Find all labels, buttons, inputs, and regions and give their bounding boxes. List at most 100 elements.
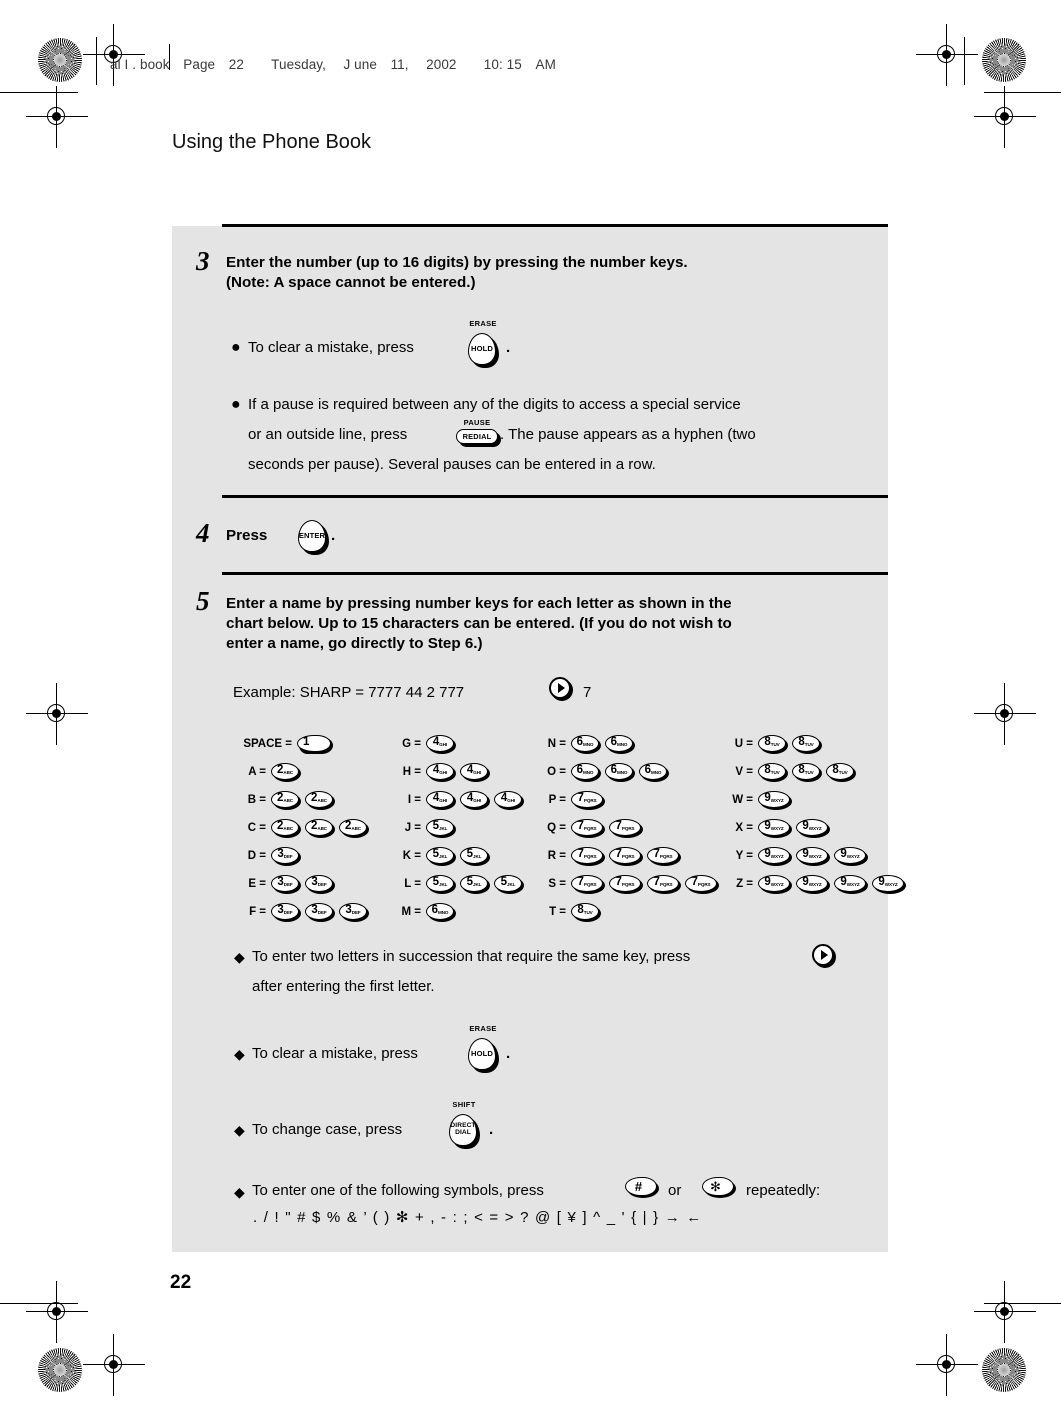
- chart-key-sequence: 1: [297, 734, 334, 754]
- number-key-9[interactable]: 9 WXYZ: [834, 874, 869, 894]
- number-key-4[interactable]: 4 GHI: [460, 762, 491, 782]
- number-key-7[interactable]: 7 PQRS: [571, 818, 606, 838]
- number-key-6[interactable]: 6 MNO: [605, 762, 636, 782]
- enter-key-label: ENTER: [298, 531, 326, 541]
- number-key-7[interactable]: 7 PQRS: [571, 874, 606, 894]
- trim-line-top-right: [964, 37, 965, 85]
- number-key-9[interactable]: 9 WXYZ: [796, 846, 831, 866]
- number-key-4[interactable]: 4 GHI: [426, 734, 457, 754]
- number-key-9[interactable]: 9 WXYZ: [758, 790, 793, 810]
- trim-line-left: [0, 92, 78, 93]
- number-key-1[interactable]: 1: [297, 734, 334, 754]
- number-key-2[interactable]: 2 ABC: [271, 762, 302, 782]
- number-key-8[interactable]: 8 TUV: [571, 902, 602, 922]
- hash-key[interactable]: #: [625, 1177, 660, 1199]
- direct-dial-key-label: DIRECT DIAL: [450, 1122, 476, 1136]
- number-key-9[interactable]: 9 WXYZ: [796, 818, 831, 838]
- number-key-2[interactable]: 2 ABC: [305, 818, 336, 838]
- number-key-7[interactable]: 7 PQRS: [647, 846, 682, 866]
- number-key-2[interactable]: 2 ABC: [339, 818, 370, 838]
- number-key-6[interactable]: 6 MNO: [605, 734, 636, 754]
- hold-erase-key-step3[interactable]: ERASE HOLD: [468, 319, 499, 368]
- number-key-3[interactable]: 3 DEF: [271, 874, 302, 894]
- key-sublabel: ABC: [317, 797, 328, 803]
- hold-erase-key-step5[interactable]: ERASE HOLD: [468, 1024, 499, 1073]
- enter-key[interactable]: ENTER: [298, 520, 329, 555]
- number-key-3[interactable]: 3 DEF: [305, 902, 336, 922]
- number-key-9[interactable]: 9 WXYZ: [834, 846, 869, 866]
- direct-dial-key-cap[interactable]: DIRECT DIAL: [449, 1114, 480, 1149]
- number-key-6[interactable]: 6 MNO: [639, 762, 670, 782]
- right-arrow-key-note[interactable]: [812, 944, 836, 968]
- crop-mark-top-right: [916, 24, 978, 86]
- number-key-4[interactable]: 4 GHI: [494, 790, 525, 810]
- number-key-8[interactable]: 8 TUV: [758, 734, 789, 754]
- number-key-7[interactable]: 7 PQRS: [571, 846, 606, 866]
- number-key-8[interactable]: 8 TUV: [826, 762, 857, 782]
- chart-key-sequence: 9 WXYZ: [758, 790, 796, 810]
- chart-row: W = 9 WXYZ: [719, 786, 910, 814]
- key-sublabel: WXYZ: [770, 797, 784, 803]
- number-key-3[interactable]: 3 DEF: [339, 902, 370, 922]
- number-key-8[interactable]: 8 TUV: [758, 762, 789, 782]
- number-key-9[interactable]: 9 WXYZ: [758, 874, 793, 894]
- number-key-2[interactable]: 2 ABC: [305, 790, 336, 810]
- number-key-5[interactable]: 5 JKL: [494, 874, 525, 894]
- number-key-4[interactable]: 4 GHI: [460, 790, 491, 810]
- number-key-7[interactable]: 7 PQRS: [685, 874, 720, 894]
- number-key-9[interactable]: 9 WXYZ: [758, 818, 793, 838]
- number-key-8[interactable]: 8 TUV: [792, 762, 823, 782]
- number-key-6[interactable]: 6 MNO: [571, 734, 602, 754]
- number-key-9[interactable]: 9 WXYZ: [758, 846, 793, 866]
- number-key-5[interactable]: 5 JKL: [460, 846, 491, 866]
- number-key-7[interactable]: 7 PQRS: [609, 874, 644, 894]
- chart-row: H = 4 GHI 4 GHI: [387, 758, 528, 786]
- chart-key-sequence: 4 GHI 4 GHI: [426, 762, 494, 782]
- number-key-7[interactable]: 7 PQRS: [609, 846, 644, 866]
- chart-row: I = 4 GHI 4 GHI 4 GHI: [387, 786, 528, 814]
- redial-key-cap[interactable]: REDIAL: [456, 429, 501, 447]
- hold-key-cap[interactable]: HOLD: [468, 333, 499, 368]
- number-key-5[interactable]: 5 JKL: [426, 846, 457, 866]
- number-key-9[interactable]: 9 WXYZ: [796, 874, 831, 894]
- number-key-5[interactable]: 5 JKL: [426, 874, 457, 894]
- number-key-8[interactable]: 8 TUV: [792, 734, 823, 754]
- hold-key-cap-2[interactable]: HOLD: [468, 1038, 499, 1073]
- number-key-4[interactable]: 4 GHI: [426, 790, 457, 810]
- chart-row: J = 5 JKL: [387, 814, 528, 842]
- number-key-7[interactable]: 7 PQRS: [571, 790, 606, 810]
- right-arrow-key-example[interactable]: [549, 677, 573, 701]
- number-key-6[interactable]: 6 MNO: [426, 902, 457, 922]
- number-key-3[interactable]: 3 DEF: [305, 874, 336, 894]
- number-key-7[interactable]: 7 PQRS: [609, 818, 644, 838]
- chart-row: S = 7 PQRS 7 PQRS 7 PQRS 7 PQRS: [532, 870, 723, 898]
- trim-line-bottom-right: [984, 1303, 1061, 1304]
- number-key-6[interactable]: 6 MNO: [571, 762, 602, 782]
- chart-letter-label: R =: [547, 850, 566, 862]
- number-key-3[interactable]: 3 DEF: [271, 846, 302, 866]
- chart-key-sequence: 2 ABC 2 ABC 2 ABC: [271, 818, 373, 838]
- chart-row: D = 3 DEF: [232, 842, 373, 870]
- chart-row: V = 8 TUV 8 TUV 8 TUV: [719, 758, 910, 786]
- number-key-2[interactable]: 2 ABC: [271, 790, 302, 810]
- chart-key-sequence: 4 GHI 4 GHI 4 GHI: [426, 790, 528, 810]
- number-key-5[interactable]: 5 JKL: [426, 818, 457, 838]
- chart-column-4: U = 8 TUV 8 TUV V = 8 TUV 8 TUV 8 TUV W = 9 WXYZ X = 9 WX…: [719, 730, 910, 898]
- number-key-5[interactable]: 5 JKL: [460, 874, 491, 894]
- chart-column-2: G = 4 GHI H = 4 GHI 4 GHI I = 4 GHI 4 GHI 4 GHI J = 5 JKL…: [387, 730, 528, 926]
- key-sublabel: TUV: [770, 741, 780, 747]
- number-key-7[interactable]: 7 PQRS: [647, 874, 682, 894]
- number-key-9[interactable]: 9 WXYZ: [872, 874, 907, 894]
- star-key[interactable]: ✻: [702, 1177, 737, 1199]
- enter-key-cap[interactable]: ENTER: [298, 520, 329, 555]
- chart-key-sequence: 8 TUV 8 TUV: [758, 734, 826, 754]
- number-key-3[interactable]: 3 DEF: [271, 902, 302, 922]
- redial-pause-key[interactable]: PAUSE REDIAL: [456, 418, 501, 447]
- number-key-4[interactable]: 4 GHI: [426, 762, 457, 782]
- key-sublabel: GHI: [439, 769, 448, 775]
- number-key-2[interactable]: 2 ABC: [271, 818, 302, 838]
- key-sublabel: MNO: [437, 909, 449, 915]
- direct-dial-shift-key[interactable]: SHIFT DIRECT DIAL: [449, 1100, 480, 1149]
- note-3-period: .: [489, 1121, 494, 1138]
- key-sublabel: PQRS: [621, 881, 635, 887]
